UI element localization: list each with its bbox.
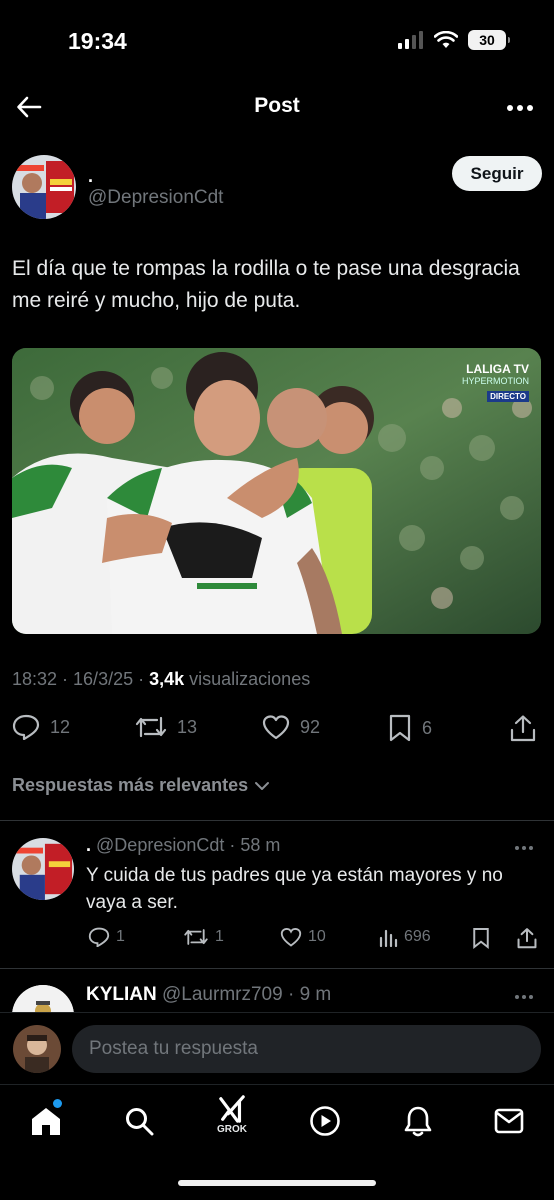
reply-bookmark-button[interactable] [472, 927, 490, 949]
reply-author-name[interactable]: . [86, 835, 91, 855]
grok-label: GROK [217, 1124, 247, 1135]
heart-icon [262, 715, 290, 740]
post-meta: 18:32 · 16/3/25 · 3,4k visualizaciones [12, 669, 310, 690]
play-circle-icon [310, 1106, 340, 1136]
replies-sort-dropdown[interactable]: Respuestas más relevantes [12, 775, 270, 796]
reply-reply-button[interactable]: 1 [88, 927, 125, 947]
reply-more-button[interactable] [514, 994, 534, 1000]
reply-more-button[interactable] [514, 845, 534, 851]
grok-icon [219, 1095, 245, 1123]
reply-button[interactable]: 12 [12, 714, 70, 740]
reply-time: · 9 m [287, 984, 332, 1005]
tab-notifications[interactable] [398, 1101, 438, 1141]
tab-grok[interactable]: GROK [212, 1095, 252, 1135]
reply-time: · 58 m [229, 835, 281, 855]
wifi-icon [434, 31, 458, 48]
reply-views-button[interactable]: 696 [378, 927, 431, 947]
replies-sort-label: Respuestas más relevantes [12, 775, 249, 795]
more-horizontal-icon [515, 995, 533, 999]
like-button[interactable]: 92 [262, 714, 320, 740]
reply-author-name[interactable]: KYLIAN [86, 984, 157, 1005]
home-indicator [178, 1180, 376, 1186]
divider [0, 820, 554, 821]
share-icon [510, 715, 536, 742]
reply-repost-button[interactable]: 1 [183, 927, 224, 947]
author-avatar[interactable] [12, 155, 76, 219]
post-timestamp: 18:32 · 16/3/25 · [12, 669, 150, 689]
bar-chart-icon [379, 929, 398, 947]
tab-search[interactable] [119, 1101, 159, 1141]
reply-share-button[interactable] [517, 927, 537, 949]
tab-messages[interactable] [489, 1101, 529, 1141]
reply-repost-count: 1 [215, 928, 224, 945]
author-handle[interactable]: @DepresionCdt [88, 187, 223, 209]
bookmark-icon [389, 714, 411, 742]
battery-indicator: 30 [468, 30, 510, 50]
views-label: visualizaciones [184, 669, 311, 689]
status-indicators: 30 [398, 30, 510, 50]
repost-icon [135, 716, 167, 738]
reply-header: KYLIAN @Laurmrz709 · 9 m [86, 984, 331, 1006]
home-icon [32, 1108, 60, 1135]
more-horizontal-icon [515, 846, 533, 850]
reply-reply-count: 1 [116, 928, 125, 945]
reply-input[interactable]: Postea tu respuesta [72, 1025, 541, 1073]
repost-icon [184, 929, 208, 945]
tab-home[interactable] [26, 1099, 66, 1141]
reply-icon [88, 927, 110, 947]
tab-video[interactable] [305, 1101, 345, 1141]
repost-count: 13 [177, 716, 198, 737]
share-icon [517, 928, 537, 949]
bell-icon [404, 1106, 432, 1137]
page-title: Post [254, 94, 300, 117]
my-avatar[interactable] [13, 1025, 61, 1073]
more-horizontal-icon [507, 105, 533, 111]
reply-icon [12, 714, 40, 740]
signal-icon [398, 31, 423, 49]
reply-like-button[interactable]: 10 [280, 927, 326, 947]
notification-dot [53, 1099, 62, 1108]
bookmark-icon [473, 928, 489, 949]
heart-icon [280, 927, 302, 947]
search-icon [126, 1108, 154, 1136]
bookmark-button[interactable]: 6 [388, 714, 432, 742]
status-time: 19:34 [68, 28, 127, 54]
post-text: El día que te rompas la rodilla o te pas… [12, 257, 520, 312]
reply-views-count: 696 [404, 928, 431, 945]
author-name[interactable]: . [88, 166, 93, 187]
follow-button[interactable]: Seguir [452, 156, 542, 191]
chevron-down-icon [255, 781, 270, 790]
more-options-button[interactable] [506, 104, 534, 112]
reply-like-count: 10 [308, 928, 326, 945]
reply-composer: Postea tu respuesta [0, 1012, 554, 1084]
views-count: 3,4k [149, 669, 185, 689]
reply-author-handle[interactable]: @Laurmrz709 [162, 984, 283, 1005]
post-image[interactable]: LALIGA TV HYPERMOTION DIRECTO [12, 348, 541, 634]
reply-count: 12 [50, 716, 71, 737]
repost-button[interactable]: 13 [135, 714, 197, 740]
laliga-tv-badge: LALIGA TV HYPERMOTION DIRECTO [461, 362, 529, 402]
share-button[interactable] [510, 714, 536, 742]
reply-text: Y cuida de tus padres que ya están mayor… [86, 865, 503, 913]
bookmark-count: 6 [422, 717, 433, 738]
mail-icon [494, 1108, 524, 1134]
reply-author-handle[interactable]: @DepresionCdt [96, 835, 224, 855]
reply-avatar[interactable] [12, 838, 74, 900]
divider [0, 968, 554, 969]
reply-header: . @DepresionCdt · 58 m [86, 835, 280, 856]
like-count: 92 [300, 716, 321, 737]
